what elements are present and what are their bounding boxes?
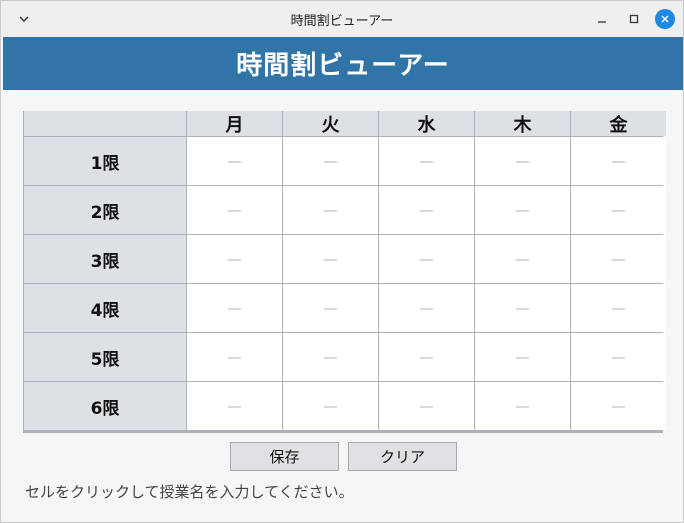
maximize-icon — [629, 14, 639, 24]
timetable-cell[interactable]: — — [475, 186, 570, 234]
timetable-cell[interactable]: — — [379, 186, 474, 234]
maximize-button[interactable] — [625, 10, 643, 28]
timetable-cell[interactable]: — — [571, 333, 666, 381]
period-header: 3限 — [24, 235, 186, 283]
timetable-cell[interactable]: — — [379, 382, 474, 430]
timetable-cell[interactable]: — — [475, 137, 570, 185]
period-header: 4限 — [24, 284, 186, 332]
clear-button[interactable]: クリア — [348, 442, 457, 471]
timetable-grid: 月火水木金 1限 — — — — —2限 — — — — —3限 — — — — —4限 — — — — —5限 — — — — —… — [23, 111, 666, 433]
period-header: 1限 — [24, 137, 186, 185]
timetable-cell[interactable]: — — [283, 333, 378, 381]
page-title: 時間割ビューアー — [236, 51, 450, 81]
timetable-cell[interactable]: — — [187, 186, 282, 234]
app-window: 時間割ビューアー 時間割ビューアー 月火水木金 1限 — — — — —2限 — — — — —3限 —… — [0, 0, 684, 523]
minimize-icon — [598, 21, 606, 23]
timetable-cell[interactable]: — — [571, 235, 666, 283]
title-bar: 時間割ビューアー — [1, 1, 683, 37]
timetable-cell[interactable]: — — [475, 382, 570, 430]
timetable-cell[interactable]: — — [283, 235, 378, 283]
timetable-cell[interactable]: — — [571, 186, 666, 234]
header-banner: 時間割ビューアー — [3, 37, 683, 90]
day-header: 水 — [379, 111, 474, 136]
timetable-cell[interactable]: — — [379, 284, 474, 332]
timetable-cell[interactable]: — — [571, 382, 666, 430]
timetable-cell[interactable]: — — [379, 333, 474, 381]
day-header: 火 — [283, 111, 378, 136]
day-header: 木 — [475, 111, 570, 136]
timetable-cell[interactable]: — — [475, 284, 570, 332]
day-header: 金 — [571, 111, 666, 136]
period-header: 6限 — [24, 382, 186, 430]
timetable-cell[interactable]: — — [571, 137, 666, 185]
timetable-cell[interactable]: — — [475, 333, 570, 381]
timetable-cell[interactable]: — — [571, 284, 666, 332]
timetable-cell[interactable]: — — [283, 284, 378, 332]
timetable-cell[interactable]: — — [187, 284, 282, 332]
window-title: 時間割ビューアー — [290, 14, 394, 29]
close-button[interactable] — [655, 9, 675, 29]
timetable-cell[interactable]: — — [187, 137, 282, 185]
timetable-cell[interactable]: — — [283, 137, 378, 185]
timetable-cell[interactable]: — — [379, 235, 474, 283]
period-header: 5限 — [24, 333, 186, 381]
timetable-cell[interactable]: — — [187, 382, 282, 430]
timetable-cell[interactable]: — — [187, 333, 282, 381]
timetable-cell[interactable]: — — [283, 382, 378, 430]
close-icon — [661, 15, 669, 23]
timetable-cell[interactable]: — — [379, 137, 474, 185]
save-button[interactable]: 保存 — [230, 442, 339, 471]
minimize-button[interactable] — [593, 10, 611, 28]
timetable-cell[interactable]: — — [283, 186, 378, 234]
grid-corner — [24, 111, 186, 136]
day-header: 月 — [187, 111, 282, 136]
period-header: 2限 — [24, 186, 186, 234]
hint-text: セルをクリックして授業名を入力してください。 — [25, 483, 354, 501]
timetable-cell[interactable]: — — [475, 235, 570, 283]
timetable-cell[interactable]: — — [187, 235, 282, 283]
